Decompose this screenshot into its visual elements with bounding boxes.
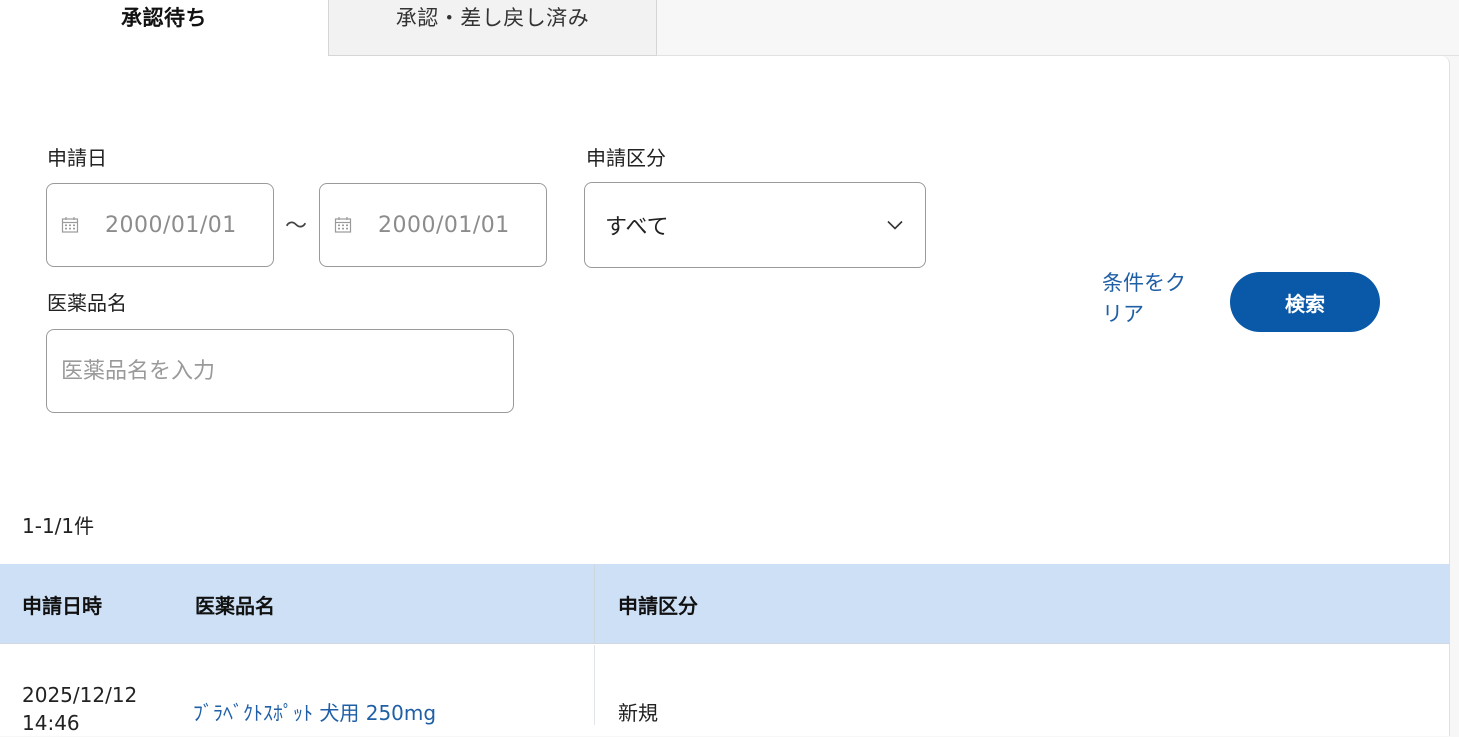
date-from-field[interactable]: 2000/01/01 <box>46 183 274 267</box>
tab-bar: 承認待ち 承認・差し戻し済み <box>0 0 1459 56</box>
row-category: 新規 <box>618 701 658 725</box>
clear-conditions-link[interactable]: 条件をクリア <box>1102 268 1198 330</box>
result-count: 1-1/1件 <box>22 514 95 538</box>
row-drug-name-link[interactable]: ﾌﾞﾗﾍﾞｸﾄｽﾎﾟｯﾄ 犬用 250mg <box>193 697 436 726</box>
calendar-icon <box>61 216 79 234</box>
calendar-icon <box>334 216 352 234</box>
column-divider <box>594 564 595 644</box>
search-button[interactable]: 検索 <box>1230 272 1380 332</box>
category-label: 申請区分 <box>586 146 666 170</box>
column-header-datetime[interactable]: 申請日時 <box>22 564 102 644</box>
date-to-value: 2000/01/01 <box>378 212 510 238</box>
drug-name-label: 医薬品名 <box>47 291 127 315</box>
filter-card: 申請日 2000/01/01 ～ 2000/01/01 申請区分 すべて 医薬品… <box>0 56 1450 736</box>
table-row: 2025/12/12 14:46 ﾌﾞﾗﾍﾞｸﾄｽﾎﾟｯﾄ 犬用 250mg 新… <box>0 645 1450 735</box>
date-from-value: 2000/01/01 <box>105 212 237 238</box>
row-datetime: 2025/12/12 14:46 <box>22 683 138 735</box>
drug-name-field <box>46 329 514 413</box>
table-header: 申請日時 医薬品名 申請区分 <box>0 564 1450 644</box>
category-select[interactable]: すべて <box>584 182 926 268</box>
drug-name-input[interactable] <box>47 330 513 412</box>
column-header-drug-name[interactable]: 医薬品名 <box>195 564 275 644</box>
date-label: 申請日 <box>47 146 107 170</box>
date-separator: ～ <box>285 214 308 239</box>
category-select-value: すべて <box>605 215 669 240</box>
column-header-category[interactable]: 申請区分 <box>618 564 698 644</box>
tab-processed[interactable]: 承認・差し戻し済み <box>328 0 657 56</box>
chevron-down-icon <box>887 220 903 230</box>
tab-pending[interactable]: 承認待ち <box>0 0 328 56</box>
date-to-field[interactable]: 2000/01/01 <box>319 183 547 267</box>
tab-bar-filler <box>657 0 1459 56</box>
